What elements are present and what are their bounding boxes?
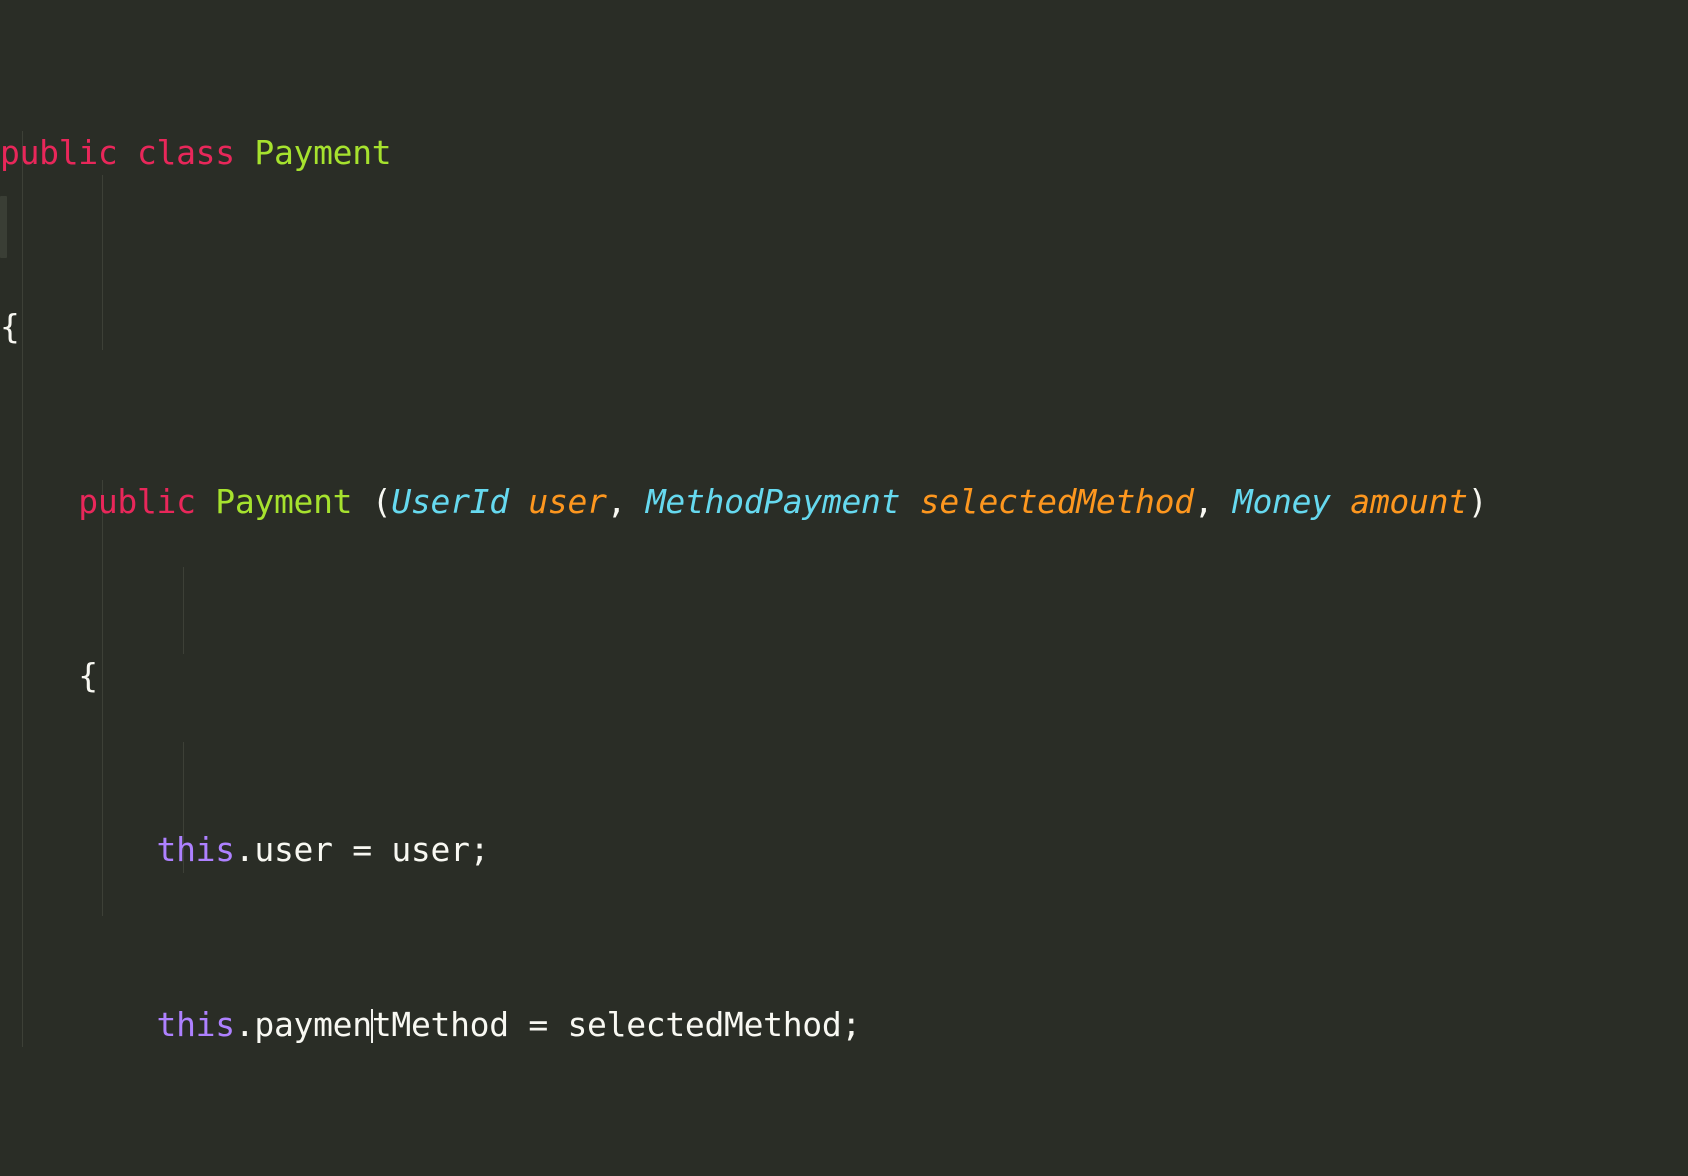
token-type: Payment	[254, 133, 391, 172]
token-separator: ,	[1194, 482, 1233, 521]
token-param-type: Money	[1233, 482, 1331, 521]
code-content[interactable]: public class Payment { public Payment (U…	[0, 0, 1487, 1176]
token-keyword: public	[78, 482, 195, 521]
token-this: this	[157, 830, 235, 869]
code-line[interactable]: {	[0, 305, 1487, 349]
token-paren: )	[1468, 482, 1488, 521]
token-separator: ,	[607, 482, 646, 521]
token-param-name: user	[528, 482, 606, 521]
token-keyword: class	[137, 133, 235, 172]
token-param-name: selectedMethod	[920, 482, 1194, 521]
token-param-name: amount	[1350, 482, 1467, 521]
token-param-type: MethodPayment	[646, 482, 900, 521]
token-plain: tMethod = selectedMethod;	[372, 1005, 861, 1044]
token-keyword: public	[0, 133, 117, 172]
code-line[interactable]: public class Payment	[0, 131, 1487, 175]
token-plain: .paymen	[235, 1005, 372, 1044]
token-brace: {	[78, 656, 98, 695]
token-paren: (	[372, 482, 392, 521]
code-line[interactable]: this.paymentMethod = selectedMethod;	[0, 1003, 1487, 1047]
code-editor[interactable]: public class Payment { public Payment (U…	[0, 0, 1688, 1176]
code-line[interactable]: {	[0, 654, 1487, 698]
token-param-type: UserId	[391, 482, 508, 521]
code-line[interactable]: this.user = user;	[0, 828, 1487, 872]
token-plain: .user = user;	[235, 830, 489, 869]
token-this: this	[157, 1005, 235, 1044]
token-type: Payment	[215, 482, 352, 521]
token-brace: {	[0, 307, 20, 346]
code-line[interactable]: public Payment (UserId user, MethodPayme…	[0, 480, 1487, 524]
